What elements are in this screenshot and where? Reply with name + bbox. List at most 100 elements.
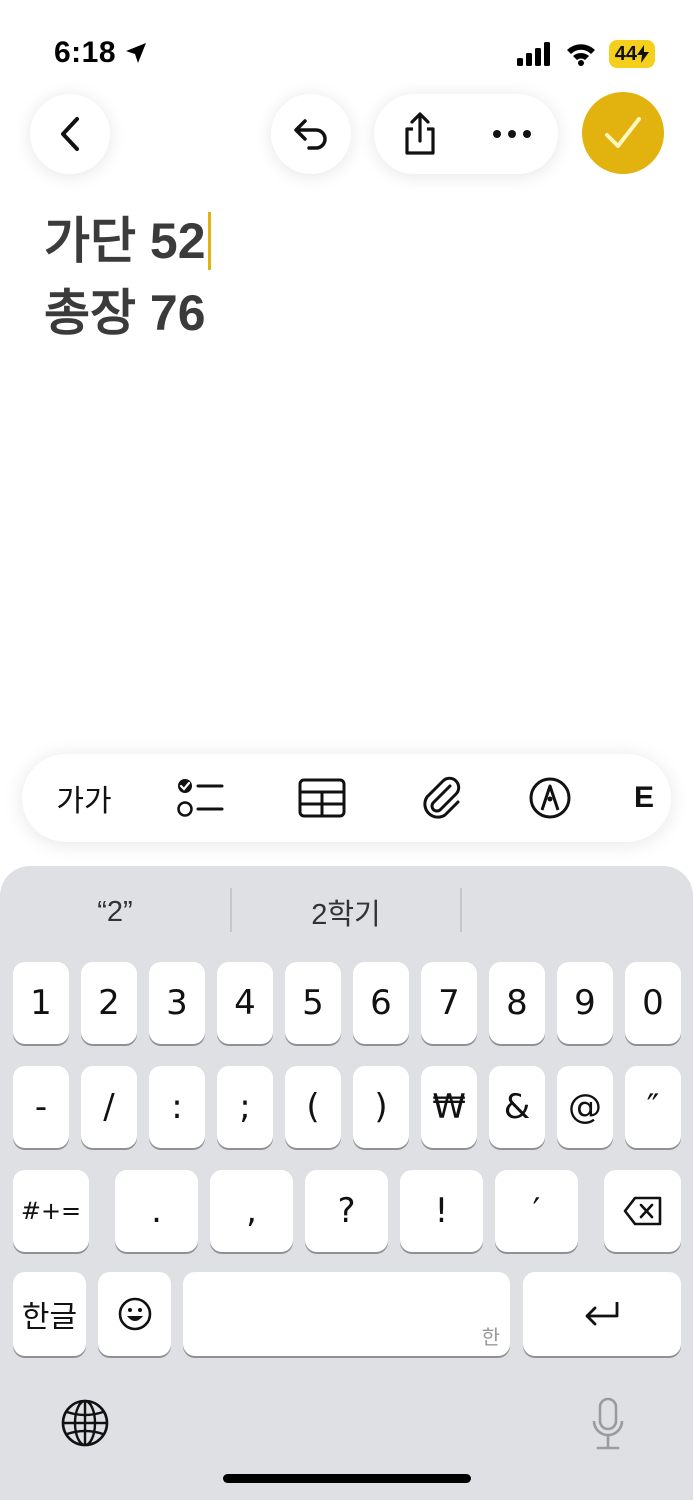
key-8[interactable]: 8 bbox=[489, 962, 545, 1044]
return-key[interactable] bbox=[523, 1272, 681, 1356]
more-button[interactable] bbox=[472, 94, 552, 174]
key-label: & bbox=[503, 1087, 531, 1127]
key-label: - bbox=[34, 1087, 48, 1127]
note-line-text: 가단 52 bbox=[44, 213, 206, 269]
key-label: @ bbox=[568, 1087, 602, 1127]
key-exclamation[interactable]: ! bbox=[400, 1170, 483, 1252]
checkmark-icon bbox=[605, 117, 641, 148]
key-label: 8 bbox=[506, 983, 528, 1023]
key-slash[interactable]: / bbox=[81, 1066, 137, 1148]
undo-button[interactable] bbox=[271, 94, 351, 174]
delete-icon bbox=[623, 1196, 661, 1226]
table-button[interactable] bbox=[272, 754, 372, 842]
key-question[interactable]: ? bbox=[305, 1170, 388, 1252]
key-6[interactable]: 6 bbox=[353, 962, 409, 1044]
key-0[interactable]: 0 bbox=[625, 962, 681, 1044]
note-line[interactable]: 가단 52 bbox=[44, 205, 211, 277]
text-style-button[interactable]: 가가 bbox=[32, 754, 136, 842]
key-label: 4 bbox=[234, 983, 256, 1023]
back-arrow-icon bbox=[61, 117, 79, 151]
note-line[interactable]: 총장 76 bbox=[44, 277, 211, 349]
key-label: ( bbox=[306, 1087, 320, 1127]
text-caret bbox=[207, 212, 211, 270]
undo-icon bbox=[294, 119, 327, 150]
format-overflow-item[interactable]: E bbox=[634, 754, 671, 842]
key-hyphen[interactable]: - bbox=[13, 1066, 69, 1148]
done-button[interactable] bbox=[582, 92, 664, 174]
key-won[interactable]: ₩ bbox=[421, 1066, 477, 1148]
key-label: 2 bbox=[98, 983, 120, 1023]
attachment-button[interactable] bbox=[392, 754, 492, 842]
key-label: ″ bbox=[646, 1087, 660, 1127]
note-line-text: 총장 76 bbox=[44, 285, 206, 341]
key-label: 3 bbox=[166, 983, 188, 1023]
key-label: 5 bbox=[302, 983, 324, 1023]
delete-key[interactable] bbox=[604, 1170, 681, 1252]
time-text: 6:18 bbox=[54, 36, 117, 69]
key-label: : bbox=[171, 1087, 183, 1127]
key-label: #+= bbox=[20, 1197, 82, 1225]
language-key[interactable]: 한글 bbox=[13, 1272, 86, 1356]
key-label: 1 bbox=[30, 983, 52, 1023]
status-bar: 6:18 44 bbox=[0, 0, 693, 100]
key-semicolon[interactable]: ; bbox=[217, 1066, 273, 1148]
key-more-symbols[interactable]: #+= bbox=[13, 1170, 89, 1252]
key-ampersand[interactable]: & bbox=[489, 1066, 545, 1148]
key-3[interactable]: 3 bbox=[149, 962, 205, 1044]
space-key[interactable]: 한 bbox=[183, 1272, 510, 1356]
markup-button[interactable] bbox=[500, 754, 600, 842]
paperclip-icon bbox=[423, 776, 461, 819]
key-comma[interactable]: , bbox=[210, 1170, 293, 1252]
key-at[interactable]: @ bbox=[557, 1066, 613, 1148]
key-open-paren[interactable]: ( bbox=[285, 1066, 341, 1148]
key-label: 7 bbox=[438, 983, 460, 1023]
key-label: ? bbox=[337, 1191, 356, 1231]
space-hint-label: 한 bbox=[481, 1325, 500, 1349]
key-label: ′ bbox=[532, 1191, 541, 1231]
suggestion-item[interactable]: 2학기 bbox=[232, 888, 460, 936]
key-close-paren[interactable]: ) bbox=[353, 1066, 409, 1148]
key-label: 6 bbox=[370, 983, 392, 1023]
key-double-prime[interactable]: ″ bbox=[625, 1066, 681, 1148]
share-more-group bbox=[374, 94, 558, 174]
key-4[interactable]: 4 bbox=[217, 962, 273, 1044]
home-indicator[interactable] bbox=[223, 1474, 471, 1483]
return-icon bbox=[585, 1302, 619, 1326]
key-label: 0 bbox=[642, 983, 664, 1023]
checklist-button[interactable] bbox=[150, 754, 250, 842]
battery-level: 44 bbox=[614, 42, 637, 65]
key-prime[interactable]: ′ bbox=[495, 1170, 578, 1252]
suggestion-item[interactable] bbox=[462, 888, 693, 936]
share-icon bbox=[405, 112, 435, 155]
key-7[interactable]: 7 bbox=[421, 962, 477, 1044]
key-period[interactable]: . bbox=[115, 1170, 198, 1252]
key-label: 한글 bbox=[21, 1300, 78, 1335]
key-colon[interactable]: : bbox=[149, 1066, 205, 1148]
note-body[interactable]: 가단 52 총장 76 bbox=[44, 205, 211, 349]
back-button[interactable] bbox=[30, 94, 110, 174]
suggestion-text: “2” bbox=[97, 895, 133, 928]
key-9[interactable]: 9 bbox=[557, 962, 613, 1044]
key-2[interactable]: 2 bbox=[81, 962, 137, 1044]
checklist-icon bbox=[177, 779, 224, 817]
emoji-key[interactable] bbox=[98, 1272, 171, 1356]
share-button[interactable] bbox=[380, 94, 460, 174]
globe-button[interactable] bbox=[58, 1396, 112, 1450]
status-time: 6:18 bbox=[54, 36, 148, 70]
key-1[interactable]: 1 bbox=[13, 962, 69, 1044]
markup-pen-icon bbox=[529, 777, 571, 819]
microphone-icon bbox=[592, 1397, 624, 1450]
battery-indicator: 44 bbox=[608, 40, 655, 68]
key-label: , bbox=[246, 1191, 257, 1231]
more-icon bbox=[493, 130, 531, 138]
dictation-button[interactable] bbox=[586, 1396, 630, 1452]
key-label: . bbox=[151, 1191, 162, 1231]
location-arrow-icon bbox=[126, 43, 147, 63]
table-icon bbox=[298, 778, 346, 818]
key-label: ! bbox=[434, 1191, 449, 1231]
suggestion-item[interactable]: “2” bbox=[0, 888, 230, 936]
key-5[interactable]: 5 bbox=[285, 962, 341, 1044]
charging-bolt-icon bbox=[637, 45, 649, 63]
key-label: / bbox=[103, 1087, 115, 1127]
format-overflow-label: E bbox=[634, 781, 655, 814]
